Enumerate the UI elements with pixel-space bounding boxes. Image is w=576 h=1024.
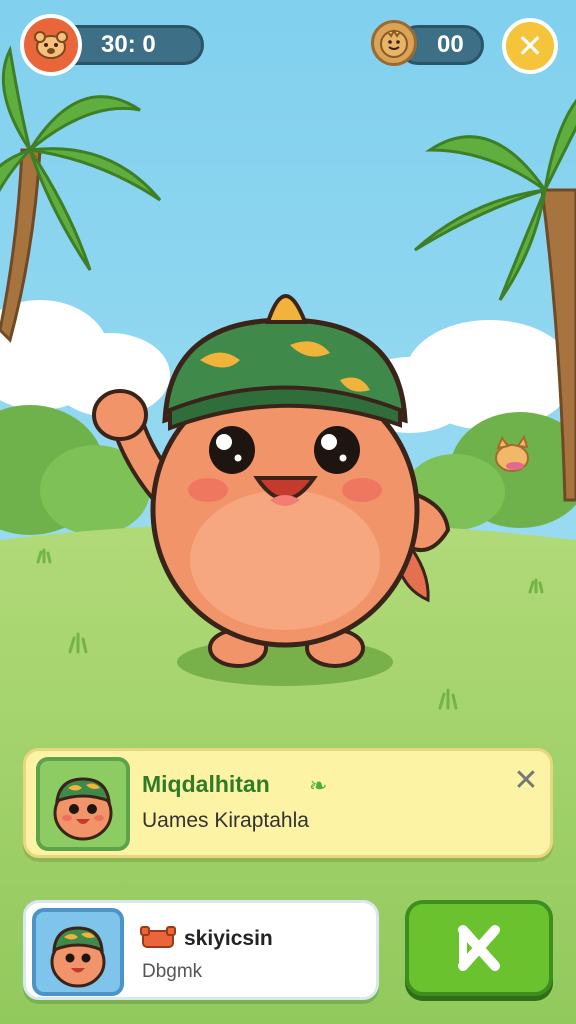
user-avatar	[32, 908, 124, 996]
card-close-icon[interactable]: ✕	[511, 766, 541, 796]
bear-icon[interactable]	[20, 14, 82, 76]
bear-small-icon	[139, 925, 179, 949]
card-subtitle: Uames Kiraptahla	[142, 809, 309, 832]
user-status: Dbgmk	[142, 961, 203, 982]
card-title: Miqdalhitan	[142, 771, 270, 797]
timer-text: 30: 0	[101, 31, 156, 58]
coin-count: 00	[437, 31, 464, 58]
info-card: Miqdalhitan ❧ Uames Kiraptahla ✕	[23, 748, 553, 858]
user-card[interactable]: skiyicsin Dbgmk	[23, 900, 379, 1000]
character-avatar	[36, 757, 130, 851]
coin-icon	[371, 20, 417, 66]
user-name: skiyicsin	[184, 927, 273, 950]
leaf-icon: ❧	[309, 773, 328, 798]
close-button[interactable]: ✕	[502, 18, 558, 74]
close-icon: ✕	[516, 28, 544, 64]
confirm-close-icon	[458, 925, 500, 971]
confirm-button[interactable]	[405, 900, 553, 996]
game-scene	[0, 0, 576, 1024]
